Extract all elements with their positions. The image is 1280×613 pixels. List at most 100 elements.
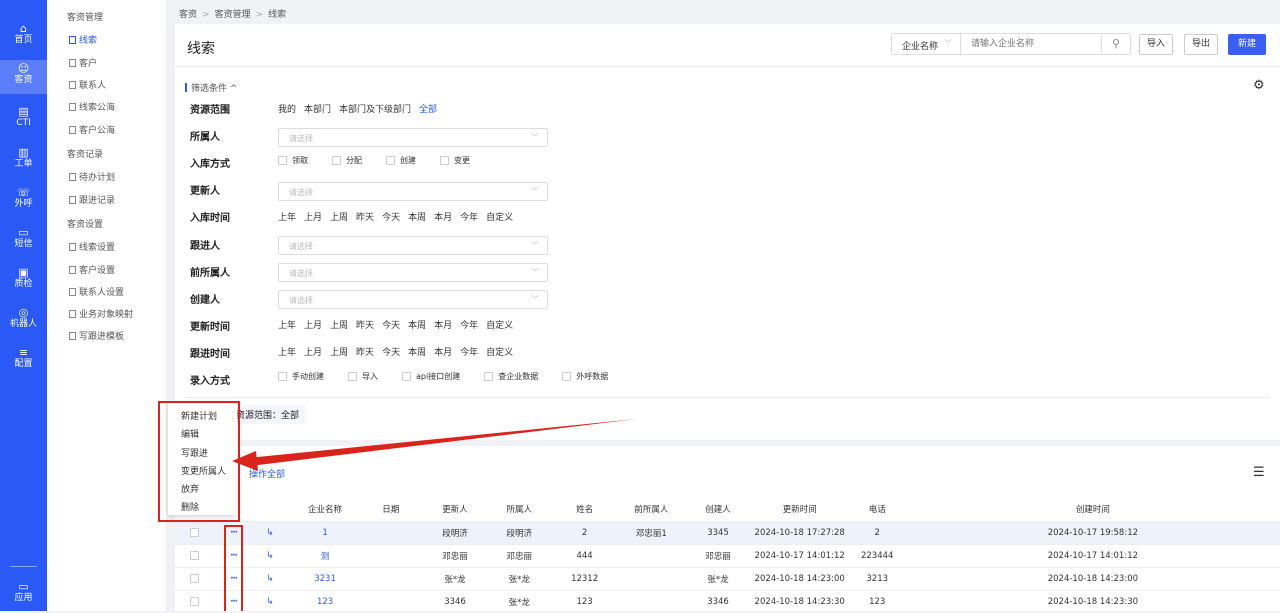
time-option[interactable]: 上周 — [330, 213, 348, 223]
column-header[interactable]: 更新人 — [423, 498, 487, 521]
search-icon[interactable]: ⚲ — [1100, 34, 1130, 54]
time-option[interactable]: 今天 — [382, 213, 400, 223]
checkbox[interactable] — [562, 372, 572, 381]
column-header[interactable]: 姓名 — [552, 498, 618, 521]
column-header[interactable]: 日期 — [358, 498, 423, 521]
company-link[interactable]: 1 — [322, 528, 327, 538]
checkbox-option[interactable]: api接口创建 — [402, 372, 472, 381]
scope-option[interactable]: 本部门 — [304, 105, 331, 115]
time-option[interactable]: 今天 — [382, 348, 400, 358]
time-option[interactable]: 上年 — [278, 213, 296, 223]
sidebar-item-followups[interactable]: 跟进记录 — [69, 193, 115, 206]
rail-robot[interactable]: ◎ 机器人 — [0, 304, 47, 338]
checkbox[interactable] — [484, 372, 494, 381]
rail-home[interactable]: ⌂ 首页 — [0, 20, 47, 54]
checkbox-option[interactable]: 手动创建 — [278, 372, 336, 381]
time-option[interactable]: 上周 — [330, 321, 348, 331]
time-option[interactable]: 本月 — [434, 348, 452, 358]
time-option[interactable]: 昨天 — [356, 321, 374, 331]
sidebar-item-contact-settings[interactable]: 联系人设置 — [69, 285, 124, 298]
checkbox-option[interactable]: 查企业数据 — [484, 372, 550, 381]
sidebar-item-customer-settings[interactable]: 客户设置 — [69, 263, 115, 276]
time-option[interactable]: 昨天 — [356, 213, 374, 223]
time-option[interactable]: 自定义 — [486, 213, 513, 223]
scope-option[interactable]: 本部门及下级部门 — [339, 105, 411, 115]
checkbox-option[interactable]: 导入 — [348, 372, 390, 381]
sidebar-item-object-mapping[interactable]: 业务对象映射 — [69, 307, 133, 320]
sidebar-item-lead-pool[interactable]: 线索公海 — [69, 100, 115, 113]
sidebar-item-todo[interactable]: 待办计划 — [69, 170, 115, 183]
time-option[interactable]: 今年 — [460, 348, 478, 358]
checkbox-option[interactable]: 变更 — [440, 156, 482, 165]
time-option[interactable]: 上年 — [278, 348, 296, 358]
column-header[interactable]: 前所属人 — [617, 498, 685, 521]
rail-outbound[interactable]: ☏ 外呼 — [0, 184, 47, 218]
row-checkbox[interactable] — [189, 527, 199, 537]
rail-cti[interactable]: ▤ CTI — [0, 103, 47, 137]
time-option[interactable]: 本周 — [408, 348, 426, 358]
updater-select[interactable]: 请选择 ﹀ — [278, 182, 548, 201]
time-option[interactable]: 上月 — [304, 348, 322, 358]
checkbox[interactable] — [440, 156, 449, 165]
time-option[interactable]: 上周 — [330, 348, 348, 358]
time-option[interactable]: 上年 — [278, 321, 296, 331]
rail-sms[interactable]: ▭ 短信 — [0, 224, 47, 258]
new-button[interactable]: 新建 — [1228, 34, 1266, 55]
table-row[interactable]: ··· ↳ 3231 张*龙 张*龙 12312 张*龙 2024-10-18 … — [175, 566, 1280, 590]
row-checkbox[interactable] — [189, 550, 199, 560]
sidebar-item-leads[interactable]: 线索 — [69, 33, 97, 46]
filter-toggle[interactable]: 筛选条件 ^ — [185, 81, 237, 94]
checkbox[interactable] — [386, 156, 395, 165]
time-option[interactable]: 昨天 — [356, 348, 374, 358]
time-option[interactable]: 本周 — [408, 321, 426, 331]
checkbox-option[interactable]: 分配 — [332, 156, 374, 165]
phone-hook-icon[interactable]: ↳ — [266, 597, 274, 607]
time-option[interactable]: 今年 — [460, 321, 478, 331]
time-option[interactable]: 今年 — [460, 213, 478, 223]
rail-inspect[interactable]: ▣ 质检 — [0, 264, 47, 298]
breadcrumb-item[interactable]: 客资 — [179, 10, 197, 20]
sidebar-item-customers[interactable]: 客户 — [69, 56, 97, 69]
table-row[interactable]: ··· ↳ 123 3346 张*龙 123 3346 2024-10-18 1… — [175, 589, 1280, 613]
checkbox[interactable] — [278, 372, 287, 381]
time-option[interactable]: 上月 — [304, 213, 322, 223]
operate-all-link[interactable]: 操作全部 — [249, 467, 285, 480]
phone-hook-icon[interactable]: ↳ — [266, 551, 274, 561]
rail-apps[interactable]: ▭ 应用 — [0, 578, 47, 612]
gear-icon[interactable]: ⚙ — [1253, 78, 1265, 93]
sidebar-item-followup-template[interactable]: 写跟进模板 — [69, 329, 124, 342]
checkbox-option[interactable]: 创建 — [386, 156, 428, 165]
time-option[interactable]: 自定义 — [486, 321, 513, 331]
row-checkbox[interactable] — [189, 596, 199, 606]
column-header[interactable]: 所属人 — [487, 498, 552, 521]
export-button[interactable]: 导出 — [1184, 34, 1218, 55]
phone-hook-icon[interactable]: ↳ — [266, 574, 274, 584]
menu-icon[interactable]: ☰ — [1253, 465, 1265, 480]
breadcrumb-item[interactable]: 客资管理 — [215, 10, 251, 20]
sidebar-item-lead-settings[interactable]: 线索设置 — [69, 240, 115, 253]
time-option[interactable]: 本月 — [434, 321, 452, 331]
column-header[interactable]: 企业名称 — [292, 498, 358, 521]
rail-config[interactable]: ≡ 配置 — [0, 344, 47, 378]
sidebar-item-contacts[interactable]: 联系人 — [69, 78, 106, 91]
owner-select[interactable]: 请选择 ﹀ — [278, 128, 548, 147]
checkbox[interactable] — [332, 156, 341, 165]
time-option[interactable]: 上月 — [304, 321, 322, 331]
creator-select[interactable]: 请选择 ﹀ — [278, 290, 548, 309]
checkbox[interactable] — [402, 372, 411, 381]
checkbox-option[interactable]: 外呼数据 — [562, 372, 620, 381]
search-input[interactable] — [960, 34, 1101, 54]
time-option[interactable]: 本周 — [408, 213, 426, 223]
company-link[interactable]: 测 — [321, 552, 330, 562]
company-link[interactable]: 123 — [317, 597, 333, 607]
prev-owner-select[interactable]: 请选择 ﹀ — [278, 263, 548, 282]
search-type-select[interactable]: 企业名称 ﹀ — [892, 34, 961, 54]
sidebar-item-customer-pool[interactable]: 客户公海 — [69, 123, 115, 136]
company-link[interactable]: 3231 — [314, 574, 336, 584]
scope-option[interactable]: 我的 — [278, 105, 296, 115]
column-header[interactable]: 创建人 — [685, 498, 750, 521]
import-button[interactable]: 导入 — [1139, 34, 1173, 55]
column-header[interactable]: 电话 — [849, 498, 906, 521]
column-header[interactable]: 创建时间 — [906, 498, 1280, 521]
phone-hook-icon[interactable]: ↳ — [266, 528, 274, 538]
